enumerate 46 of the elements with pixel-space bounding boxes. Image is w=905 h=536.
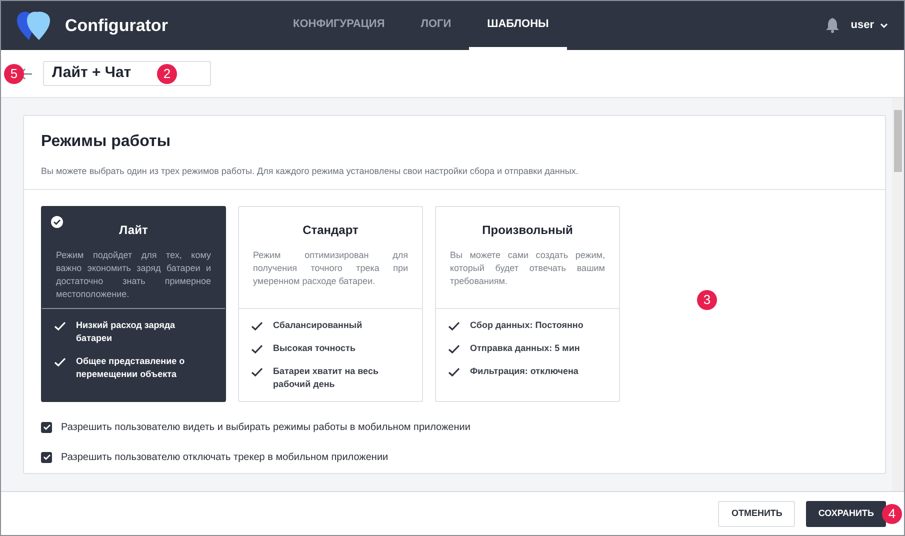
mode-card[interactable]: Произвольный Вы можете сами создать режим, который будет отвечать вашим требованиям. Сбор данных: Постоянно Отправка данных: 5 мин Фильтрация: отключена <box>435 206 620 402</box>
check-icon <box>54 320 66 330</box>
section-title: Режимы работы <box>41 132 172 152</box>
check-icon <box>54 356 66 366</box>
callout-badge: 5 <box>4 64 24 84</box>
feature-text: Низкий расход заряда батареи <box>76 318 176 344</box>
app-name: Configurator <box>65 14 169 37</box>
callout-badge: 2 <box>157 64 177 84</box>
cancel-button[interactable]: ОТМЕНИТЬ <box>718 500 796 526</box>
mode-title: Произвольный <box>481 222 574 238</box>
check-icon <box>448 320 460 330</box>
feature-text: Общее представление о перемещении объекта <box>76 354 186 380</box>
nav-tab[interactable]: ЛОГИ <box>402 1 470 50</box>
feature-text: Отправка данных: 5 мин <box>470 342 580 354</box>
feature-text: Сбалансированный <box>273 318 362 332</box>
caret-icon <box>880 23 888 28</box>
check-icon <box>448 344 460 354</box>
check-icon <box>251 366 263 376</box>
nav-tab[interactable]: ШАБЛОНЫ <box>469 1 567 50</box>
mode-card[interactable]: Стандарт Режим оптимизирован для получения точного трека при умеренном расходе батареи. Сбалансированный Высокая точность Батареи хватит на весь рабочий день <box>238 206 423 402</box>
mode-title: Стандарт <box>302 222 360 238</box>
user-menu[interactable]: user <box>850 17 888 34</box>
mode-description: Вы можете сами создать режим, который будет отвечать вашим требованиям. <box>450 248 605 288</box>
feature-text: Высокая точность <box>273 342 356 354</box>
checkmark-circle-icon <box>51 216 63 228</box>
mode-title: Лайт <box>118 222 149 238</box>
mode-description: Режим оптимизирован для получения точного трека при умеренном расходе батареи. <box>253 248 408 288</box>
feature-text: Сбор данных: Постоянно <box>470 318 584 332</box>
mode-description: Режим подойдет для тех, кому важно экономить заряд батареи и достаточно знать примерное местоположение. <box>56 248 211 300</box>
section-subtitle: Вы можете выбрать один из трех режимов работы. Для каждого режима установлены свои настройки сбора и отправки данных. <box>41 165 580 178</box>
save-button[interactable]: СОХРАНИТЬ <box>806 500 886 526</box>
check-icon <box>251 344 263 354</box>
logo-icon <box>17 10 53 40</box>
mode-card[interactable]: Лайт Режим подойдет для тех, кому важно экономить заряд батареи и достаточно знать примерное местоположение. Низкий расход заряда батареи Общее представление о перемещении объекта <box>41 206 226 402</box>
checkbox[interactable] <box>41 452 52 462</box>
feature-text: Фильтрация: отключена <box>470 364 578 378</box>
checkbox[interactable] <box>41 422 52 432</box>
check-icon <box>448 366 460 376</box>
scrollbar[interactable] <box>892 98 904 491</box>
nav-tab[interactable]: КОНФИГУРАЦИЯ <box>275 1 403 50</box>
option-label: Разрешить пользователю видеть и выбирать режимы работы в мобильном приложении <box>61 420 470 434</box>
option-label: Разрешить пользователю отключать трекер в мобильном приложении <box>61 450 388 464</box>
bell-icon[interactable] <box>826 18 839 33</box>
check-icon <box>251 320 263 330</box>
feature-text: Батареи хватит на весь рабочий день <box>273 364 380 390</box>
callout-badge: 4 <box>882 504 902 524</box>
